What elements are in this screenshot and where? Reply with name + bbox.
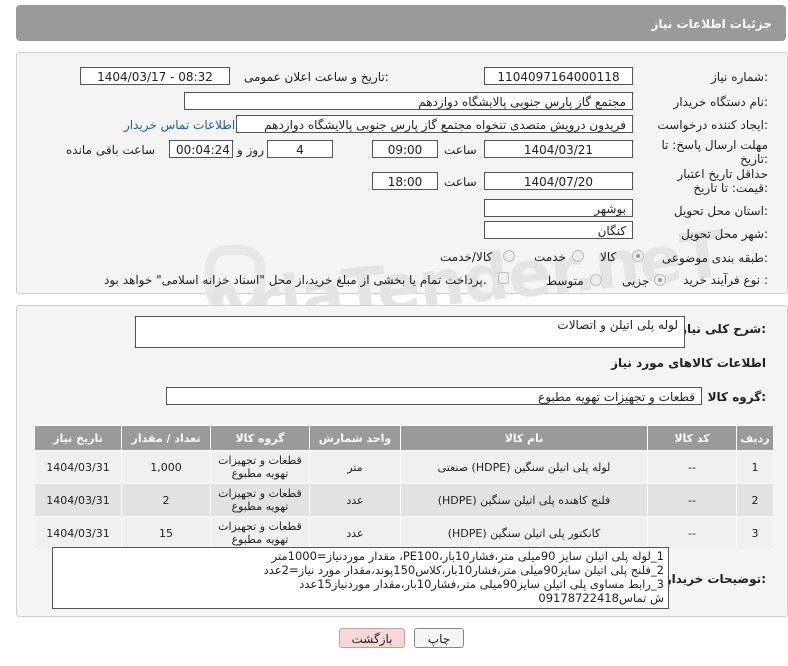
- category-radio-both[interactable]: [503, 250, 515, 262]
- category-service-label: خدمت: [534, 250, 566, 264]
- deadline-time-label: ساعت: [444, 143, 477, 157]
- col-header-name: نام کالا: [400, 425, 648, 451]
- notes-line: 2_فلنج پلی اتیلن سایز90میلی متر،فشار10با…: [263, 563, 664, 577]
- notes-line: ش تماس09178722418: [538, 591, 664, 605]
- process-radio-medium[interactable]: [590, 274, 602, 286]
- category-both-label: کالا/خدمت: [440, 250, 493, 264]
- cell-index: 1: [736, 450, 774, 484]
- table-header-row: ردیف کد کالا نام کالا واحد شمارش گروه کا…: [34, 425, 774, 451]
- notes-line: 1_لوله پلی اتیلن سایز 90میلی متر،فشار10ب…: [271, 549, 664, 563]
- buyer-field: مجتمع گاز پارس جنوبی پالایشگاه دوازدهم: [184, 92, 633, 110]
- process-medium-label: متوسط: [546, 274, 584, 288]
- back-button[interactable]: بازگشت: [339, 628, 405, 648]
- cell-group: قطعات و تجهیزات تهویه مطبوع: [210, 450, 310, 484]
- cell-name: لوله پلی اتیلن سنگین (HDPE) صنعتی: [400, 450, 648, 484]
- cell-unit: عدد: [309, 516, 401, 550]
- cell-date: 1404/03/31: [34, 483, 122, 517]
- col-header-qty: تعداد / مقدار: [121, 425, 211, 451]
- items-table: ردیف کد کالا نام کالا واحد شمارش گروه کا…: [34, 425, 774, 550]
- province-field: بوشهر: [484, 199, 633, 217]
- need-number-label: شماره نیاز:: [710, 70, 768, 84]
- city-label: شهر محل تحویل:: [681, 227, 768, 241]
- category-radio-goods[interactable]: [632, 250, 644, 262]
- validity-time-label: ساعت: [444, 175, 477, 189]
- category-label: طبقه بندی موضوعی:: [661, 251, 768, 265]
- deadline-date-field: 1404/03/21: [484, 140, 633, 158]
- days-field: 4: [267, 140, 333, 158]
- validity-label: حداقل تاریخ اعتبار قیمت: تا تاریخ:: [677, 167, 768, 195]
- province-label: استان محل تحویل:: [673, 204, 768, 218]
- table-row: 3 -- کانکتور پلی اتیلن سنگین (HDPE) عدد …: [34, 516, 774, 550]
- announce-field: 1404/03/17 - 08:32: [80, 67, 230, 85]
- col-header-code: کد کالا: [647, 425, 737, 451]
- cell-index: 2: [736, 483, 774, 517]
- col-header-unit: واحد شمارش: [309, 425, 401, 451]
- col-header-group: گروه کالا: [210, 425, 310, 451]
- cell-unit: متر: [309, 450, 401, 484]
- creator-field: فریدون درویش متصدی تنخواه مجتمع گاز پارس…: [236, 115, 633, 133]
- cell-qty: 1,000: [121, 450, 211, 484]
- city-field: کنگان: [484, 221, 633, 239]
- deadline-time-field: 09:00: [372, 140, 438, 158]
- creator-label: ایجاد کننده درخواست:: [657, 118, 768, 132]
- days-label: روز و: [237, 143, 264, 157]
- goods-group-label: گروه کالا:: [707, 390, 766, 404]
- cell-date: 1404/03/31: [34, 516, 122, 550]
- process-label: نوع فرآیند خرید :: [683, 273, 768, 287]
- notes-line: 3_رابط مساوی پلی اتیلن سایز90میلی متر،فش…: [299, 577, 664, 591]
- buyer-label: نام دستگاه خریدار:: [673, 95, 769, 109]
- validity-date-field: 1404/07/20: [484, 172, 633, 190]
- remaining-label: ساعت باقی مانده: [66, 143, 156, 157]
- summary-field: لوله پلی اتیلن و اتصالات: [135, 316, 685, 348]
- page-title: جزئیات اطلاعات نیاز: [651, 17, 772, 31]
- cell-group: قطعات و تجهیزات تهویه مطبوع: [210, 516, 310, 550]
- col-header-index: ردیف: [736, 425, 774, 451]
- process-minor-label: جزیی: [622, 274, 650, 288]
- cell-code: --: [647, 516, 737, 550]
- cell-index: 3: [736, 516, 774, 550]
- cell-unit: عدد: [309, 483, 401, 517]
- cell-code: --: [647, 450, 737, 484]
- col-header-date: تاریخ نیاز: [34, 425, 122, 451]
- cell-code: --: [647, 483, 737, 517]
- goods-info-title: اطلاعات کالاهای مورد نیاز: [611, 356, 766, 370]
- cell-group: قطعات و تجهیزات تهویه مطبوع: [210, 483, 310, 517]
- deadline-label: مهلت ارسال پاسخ: تا تاریخ:: [661, 138, 768, 166]
- category-radio-service[interactable]: [572, 250, 584, 262]
- cell-name: کانکتور پلی اتیلن سنگین (HDPE): [400, 516, 648, 550]
- print-button[interactable]: چاپ: [414, 628, 464, 648]
- cell-name: فلنج کاهنده پلی اتیلن سنگین (HDPE): [400, 483, 648, 517]
- cell-qty: 15: [121, 516, 211, 550]
- page-header: جزئیات اطلاعات نیاز: [16, 5, 786, 41]
- summary-label: شرح کلی نیاز:: [680, 322, 766, 336]
- validity-time-field: 18:00: [372, 172, 438, 190]
- payment-note: پرداخت تمام یا بخشی از مبلغ خرید،از محل …: [104, 273, 487, 287]
- buyer-notes-field: 1_لوله پلی اتیلن سایز 90میلی متر،فشار10ب…: [52, 547, 669, 609]
- buyer-contact-link[interactable]: اطلاعات تماس خریدار: [124, 118, 235, 132]
- table-row: 1 -- لوله پلی اتیلن سنگین (HDPE) صنعتی م…: [34, 450, 774, 484]
- need-number-field: 1104097164000118: [484, 67, 633, 85]
- announce-label: تاریخ و ساعت اعلان عمومی:: [244, 70, 389, 84]
- category-goods-label: کالا: [600, 250, 617, 264]
- process-radio-minor[interactable]: [654, 274, 666, 286]
- treasury-checkbox[interactable]: [498, 272, 509, 284]
- goods-group-field: قطعات و تجهیزات تهویه مطبوع: [166, 387, 702, 405]
- cell-date: 1404/03/31: [34, 450, 122, 484]
- cell-qty: 2: [121, 483, 211, 517]
- buyer-notes-label: توضیحات خریدار:: [664, 572, 766, 586]
- remaining-time-field: 00:04:24: [169, 140, 233, 158]
- table-row: 2 -- فلنج کاهنده پلی اتیلن سنگین (HDPE) …: [34, 483, 774, 517]
